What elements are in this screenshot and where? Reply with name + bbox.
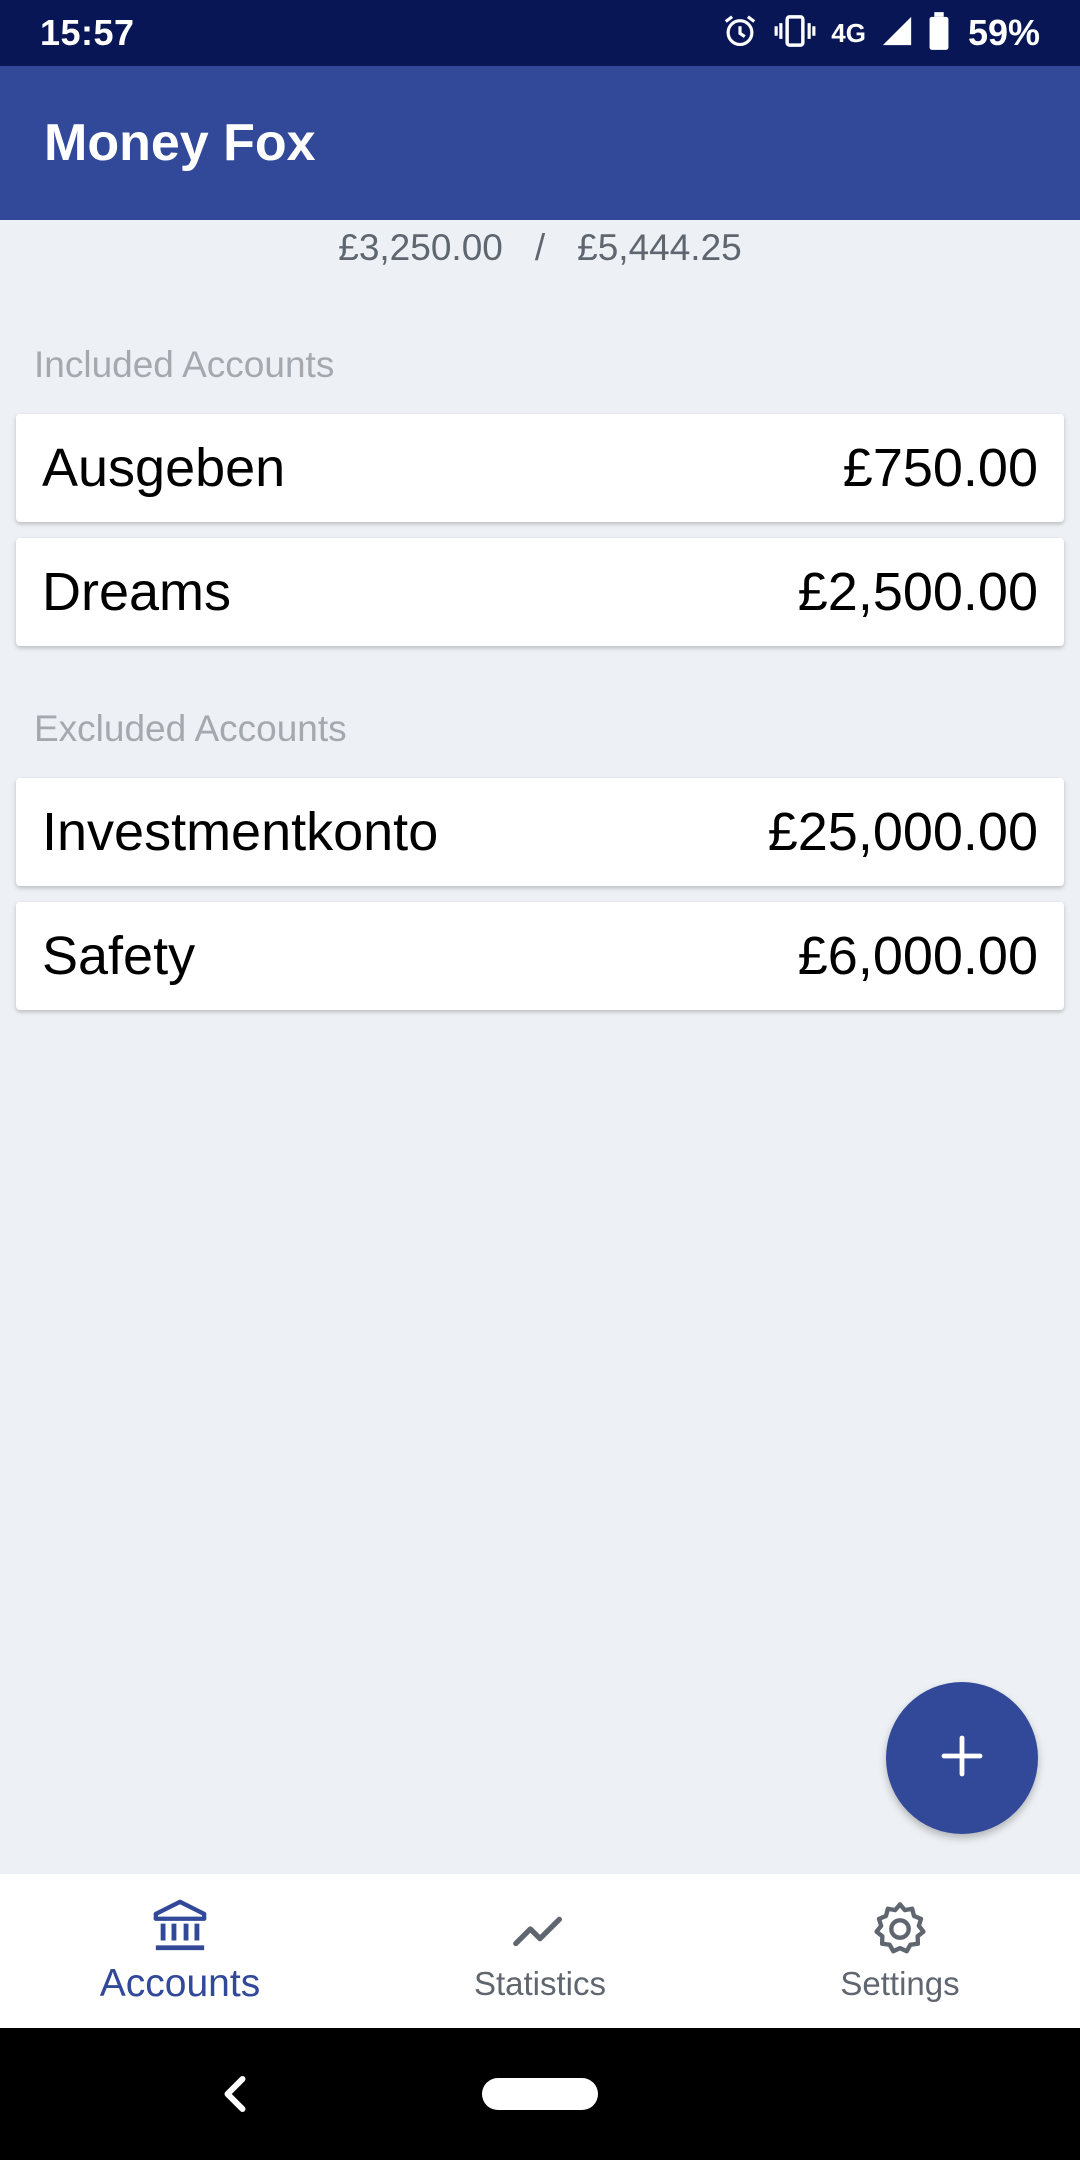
- app-bar: Money Fox: [0, 66, 1080, 220]
- status-icons: 4G 59%: [721, 11, 1040, 55]
- account-name: Safety: [42, 926, 196, 986]
- account-row-safety[interactable]: Safety £6,000.00: [16, 902, 1064, 1010]
- account-balance: £2,500.00: [797, 562, 1038, 622]
- signal-icon: [880, 14, 914, 53]
- total-balance: £5,444.25: [577, 227, 742, 268]
- app-title: Money Fox: [44, 114, 316, 172]
- status-bar: 15:57 4G 59%: [0, 0, 1080, 66]
- system-navigation-bar: [0, 2028, 1080, 2160]
- bottom-navigation: Accounts Statistics Settings: [0, 1874, 1080, 2028]
- account-balance: £6,000.00: [797, 926, 1038, 986]
- add-icon: [938, 1732, 986, 1785]
- bank-icon: [151, 1896, 209, 1956]
- account-name: Ausgeben: [42, 438, 286, 498]
- account-name: Investmentkonto: [42, 802, 439, 862]
- nav-label: Accounts: [99, 1962, 261, 2005]
- vibrate-icon: [773, 12, 817, 55]
- balance-separator: /: [534, 227, 546, 268]
- account-balance: £750.00: [842, 438, 1038, 498]
- account-row-investmentkonto[interactable]: Investmentkonto £25,000.00: [16, 778, 1064, 886]
- balance-summary: £3,250.00 / £5,444.25: [0, 222, 1080, 274]
- alarm-icon: [721, 12, 759, 55]
- battery-percent: 59%: [967, 12, 1040, 53]
- nav-accounts[interactable]: Accounts: [0, 1874, 360, 2028]
- network-type: 4G: [831, 17, 866, 48]
- status-time: 15:57: [40, 12, 135, 53]
- gear-icon: [871, 1899, 929, 1959]
- account-balance: £25,000.00: [767, 802, 1038, 862]
- account-name: Dreams: [42, 562, 232, 622]
- nav-label: Settings: [840, 1965, 960, 2002]
- add-account-button[interactable]: [886, 1682, 1038, 1834]
- nav-settings[interactable]: Settings: [720, 1874, 1080, 2028]
- included-balance: £3,250.00: [338, 227, 503, 268]
- account-row-ausgeben[interactable]: Ausgeben £750.00: [16, 414, 1064, 522]
- excluded-accounts-header: Excluded Accounts: [34, 708, 347, 749]
- trend-icon: [511, 1899, 569, 1959]
- included-accounts-header: Included Accounts: [34, 344, 335, 385]
- account-row-dreams[interactable]: Dreams £2,500.00: [16, 538, 1064, 646]
- nav-label: Statistics: [473, 1965, 607, 2002]
- nav-statistics[interactable]: Statistics: [360, 1874, 720, 2028]
- battery-icon: [928, 11, 950, 55]
- back-icon[interactable]: [220, 2074, 250, 2119]
- home-pill-icon[interactable]: [482, 2078, 598, 2110]
